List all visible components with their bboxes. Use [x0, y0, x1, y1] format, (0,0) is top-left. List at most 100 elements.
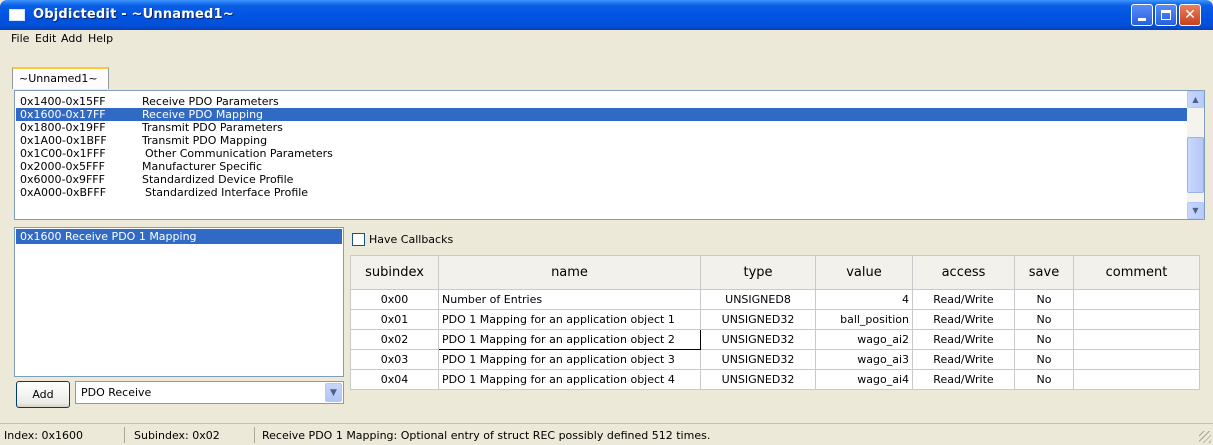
- range-item[interactable]: 0x2000-0x5FFF Manufacturer Specific: [16, 160, 1187, 173]
- range-item[interactable]: 0x1A00-0x1BFF Transmit PDO Mapping: [16, 134, 1187, 147]
- scroll-up-button[interactable]: ▲: [1187, 91, 1204, 108]
- cell-comment[interactable]: [1073, 349, 1200, 370]
- range-name: Other Communication Parameters: [145, 147, 333, 160]
- cell-name[interactable]: Number of Entries: [438, 289, 701, 310]
- title-bar[interactable]: Objdictedit - ~Unnamed1~ ✕: [0, 0, 1213, 30]
- menu-edit[interactable]: Edit: [35, 32, 56, 45]
- range-item[interactable]: 0x1800-0x19FF Transmit PDO Parameters: [16, 121, 1187, 134]
- cell-type[interactable]: UNSIGNED32: [700, 349, 816, 370]
- col-header-access[interactable]: access: [912, 255, 1015, 290]
- menu-add[interactable]: Add: [61, 32, 82, 45]
- range-name: Transmit PDO Parameters: [142, 121, 283, 134]
- cell-comment[interactable]: [1073, 329, 1200, 350]
- close-button[interactable]: ✕: [1179, 4, 1201, 26]
- chevron-down-icon: ▼: [1192, 206, 1199, 215]
- cell-type[interactable]: UNSIGNED32: [700, 369, 816, 390]
- cell-save[interactable]: No: [1014, 309, 1074, 330]
- range-item-selected[interactable]: 0x1600-0x17FF Receive PDO Mapping: [16, 108, 1187, 121]
- range-name: Standardized Interface Profile: [145, 186, 309, 199]
- col-header-comment[interactable]: comment: [1073, 255, 1200, 290]
- status-subindex: Subindex: 0x02: [134, 429, 220, 442]
- range-name: Manufacturer Specific: [142, 160, 263, 173]
- index-range-list: 0x1400-0x15FF Receive PDO Parameters 0x16…: [14, 90, 1205, 220]
- dropdown-button[interactable]: ▼: [325, 383, 342, 402]
- resize-grip-icon[interactable]: [1199, 431, 1211, 443]
- table-row: 0x02 PDO 1 Mapping for an application ob…: [350, 329, 1200, 350]
- col-header-subindex[interactable]: subindex: [350, 255, 439, 290]
- cell-access[interactable]: Read/Write: [912, 309, 1015, 330]
- range-item[interactable]: 0x1C00-0x1FFF Other Communication Paramet…: [16, 147, 1187, 160]
- cell-save[interactable]: No: [1014, 349, 1074, 370]
- menu-file[interactable]: File: [11, 32, 29, 45]
- col-header-save[interactable]: save: [1014, 255, 1074, 290]
- cell-value[interactable]: wago_ai4: [815, 369, 913, 390]
- status-bar: Index: 0x1600 Subindex: 0x02 Receive PDO…: [0, 423, 1213, 445]
- cell-subindex[interactable]: 0x04: [350, 369, 439, 390]
- cell-save[interactable]: No: [1014, 289, 1074, 310]
- cell-comment[interactable]: [1073, 309, 1200, 330]
- cell-value[interactable]: wago_ai3: [815, 349, 913, 370]
- have-callbacks-label: Have Callbacks: [369, 233, 454, 246]
- cell-subindex[interactable]: 0x02: [350, 329, 439, 350]
- cell-value[interactable]: ball_position: [815, 309, 913, 330]
- col-header-name[interactable]: name: [438, 255, 701, 290]
- range-id: 0x1400-0x15FF: [20, 95, 106, 108]
- cell-access[interactable]: Read/Write: [912, 349, 1015, 370]
- minimize-button[interactable]: [1131, 4, 1153, 26]
- cell-name[interactable]: PDO 1 Mapping for an application object …: [438, 309, 701, 330]
- cell-name[interactable]: PDO 1 Mapping for an application object …: [438, 349, 701, 370]
- status-separator: [254, 427, 255, 443]
- cell-subindex[interactable]: 0x00: [350, 289, 439, 310]
- cell-type[interactable]: UNSIGNED32: [700, 309, 816, 330]
- range-name: Receive PDO Parameters: [142, 95, 279, 108]
- col-header-type[interactable]: type: [700, 255, 816, 290]
- cell-comment[interactable]: [1073, 289, 1200, 310]
- tab-unnamed1[interactable]: ~Unnamed1~: [12, 67, 109, 89]
- range-id: 0x1800-0x19FF: [20, 121, 106, 134]
- range-id: 0x1C00-0x1FFF: [20, 147, 106, 160]
- status-separator: [124, 427, 125, 443]
- range-id: 0x1A00-0x1BFF: [20, 134, 107, 147]
- cell-access[interactable]: Read/Write: [912, 369, 1015, 390]
- range-item[interactable]: 0xA000-0xBFFF Standardized Interface Prof…: [16, 186, 1187, 199]
- menu-help[interactable]: Help: [88, 32, 113, 45]
- cell-save[interactable]: No: [1014, 369, 1074, 390]
- cell-name[interactable]: PDO 1 Mapping for an application object …: [438, 369, 701, 390]
- entry-item-0x1600[interactable]: 0x1600 Receive PDO 1 Mapping: [16, 229, 342, 244]
- range-item[interactable]: 0x6000-0x9FFF Standardized Device Profile: [16, 173, 1187, 186]
- app-window-icon: [9, 9, 25, 21]
- range-list-scrollbar[interactable]: ▲ ▼: [1187, 91, 1204, 219]
- chevron-down-icon: ▼: [330, 387, 337, 398]
- cell-type[interactable]: UNSIGNED32: [700, 329, 816, 350]
- range-name: Standardized Device Profile: [142, 173, 294, 186]
- cell-name-focused[interactable]: PDO 1 Mapping for an application object …: [438, 329, 701, 350]
- table-row: 0x04 PDO 1 Mapping for an application ob…: [350, 369, 1200, 390]
- entry-list: 0x1600 Receive PDO 1 Mapping: [14, 227, 344, 377]
- chevron-up-icon: ▲: [1192, 95, 1199, 104]
- col-header-value[interactable]: value: [815, 255, 913, 290]
- cell-access[interactable]: Read/Write: [912, 329, 1015, 350]
- cell-subindex[interactable]: 0x03: [350, 349, 439, 370]
- range-name: Transmit PDO Mapping: [142, 134, 268, 147]
- maximize-icon: [1161, 10, 1171, 20]
- range-item[interactable]: 0x1400-0x15FF Receive PDO Parameters: [16, 95, 1187, 108]
- scroll-down-button[interactable]: ▼: [1187, 202, 1204, 219]
- grid-header-row: subindex name type value access save com…: [350, 255, 1200, 290]
- menu-bar: File Edit Add Help: [0, 30, 1213, 48]
- status-message: Receive PDO 1 Mapping: Optional entry of…: [262, 429, 711, 442]
- cell-access[interactable]: Read/Write: [912, 289, 1015, 310]
- document-tabs: ~Unnamed1~: [0, 48, 1213, 90]
- cell-comment[interactable]: [1073, 369, 1200, 390]
- profile-select-value: PDO Receive: [81, 386, 152, 399]
- add-button[interactable]: Add: [16, 381, 70, 408]
- cell-save[interactable]: No: [1014, 329, 1074, 350]
- cell-value[interactable]: 4: [815, 289, 913, 310]
- cell-value[interactable]: wago_ai2: [815, 329, 913, 350]
- profile-select[interactable]: PDO Receive ▼: [75, 381, 344, 404]
- cell-subindex[interactable]: 0x01: [350, 309, 439, 330]
- have-callbacks-checkbox[interactable]: [352, 233, 365, 246]
- cell-type[interactable]: UNSIGNED8: [700, 289, 816, 310]
- scroll-thumb[interactable]: [1187, 137, 1204, 193]
- maximize-button[interactable]: [1155, 4, 1177, 26]
- status-index: Index: 0x1600: [4, 429, 83, 442]
